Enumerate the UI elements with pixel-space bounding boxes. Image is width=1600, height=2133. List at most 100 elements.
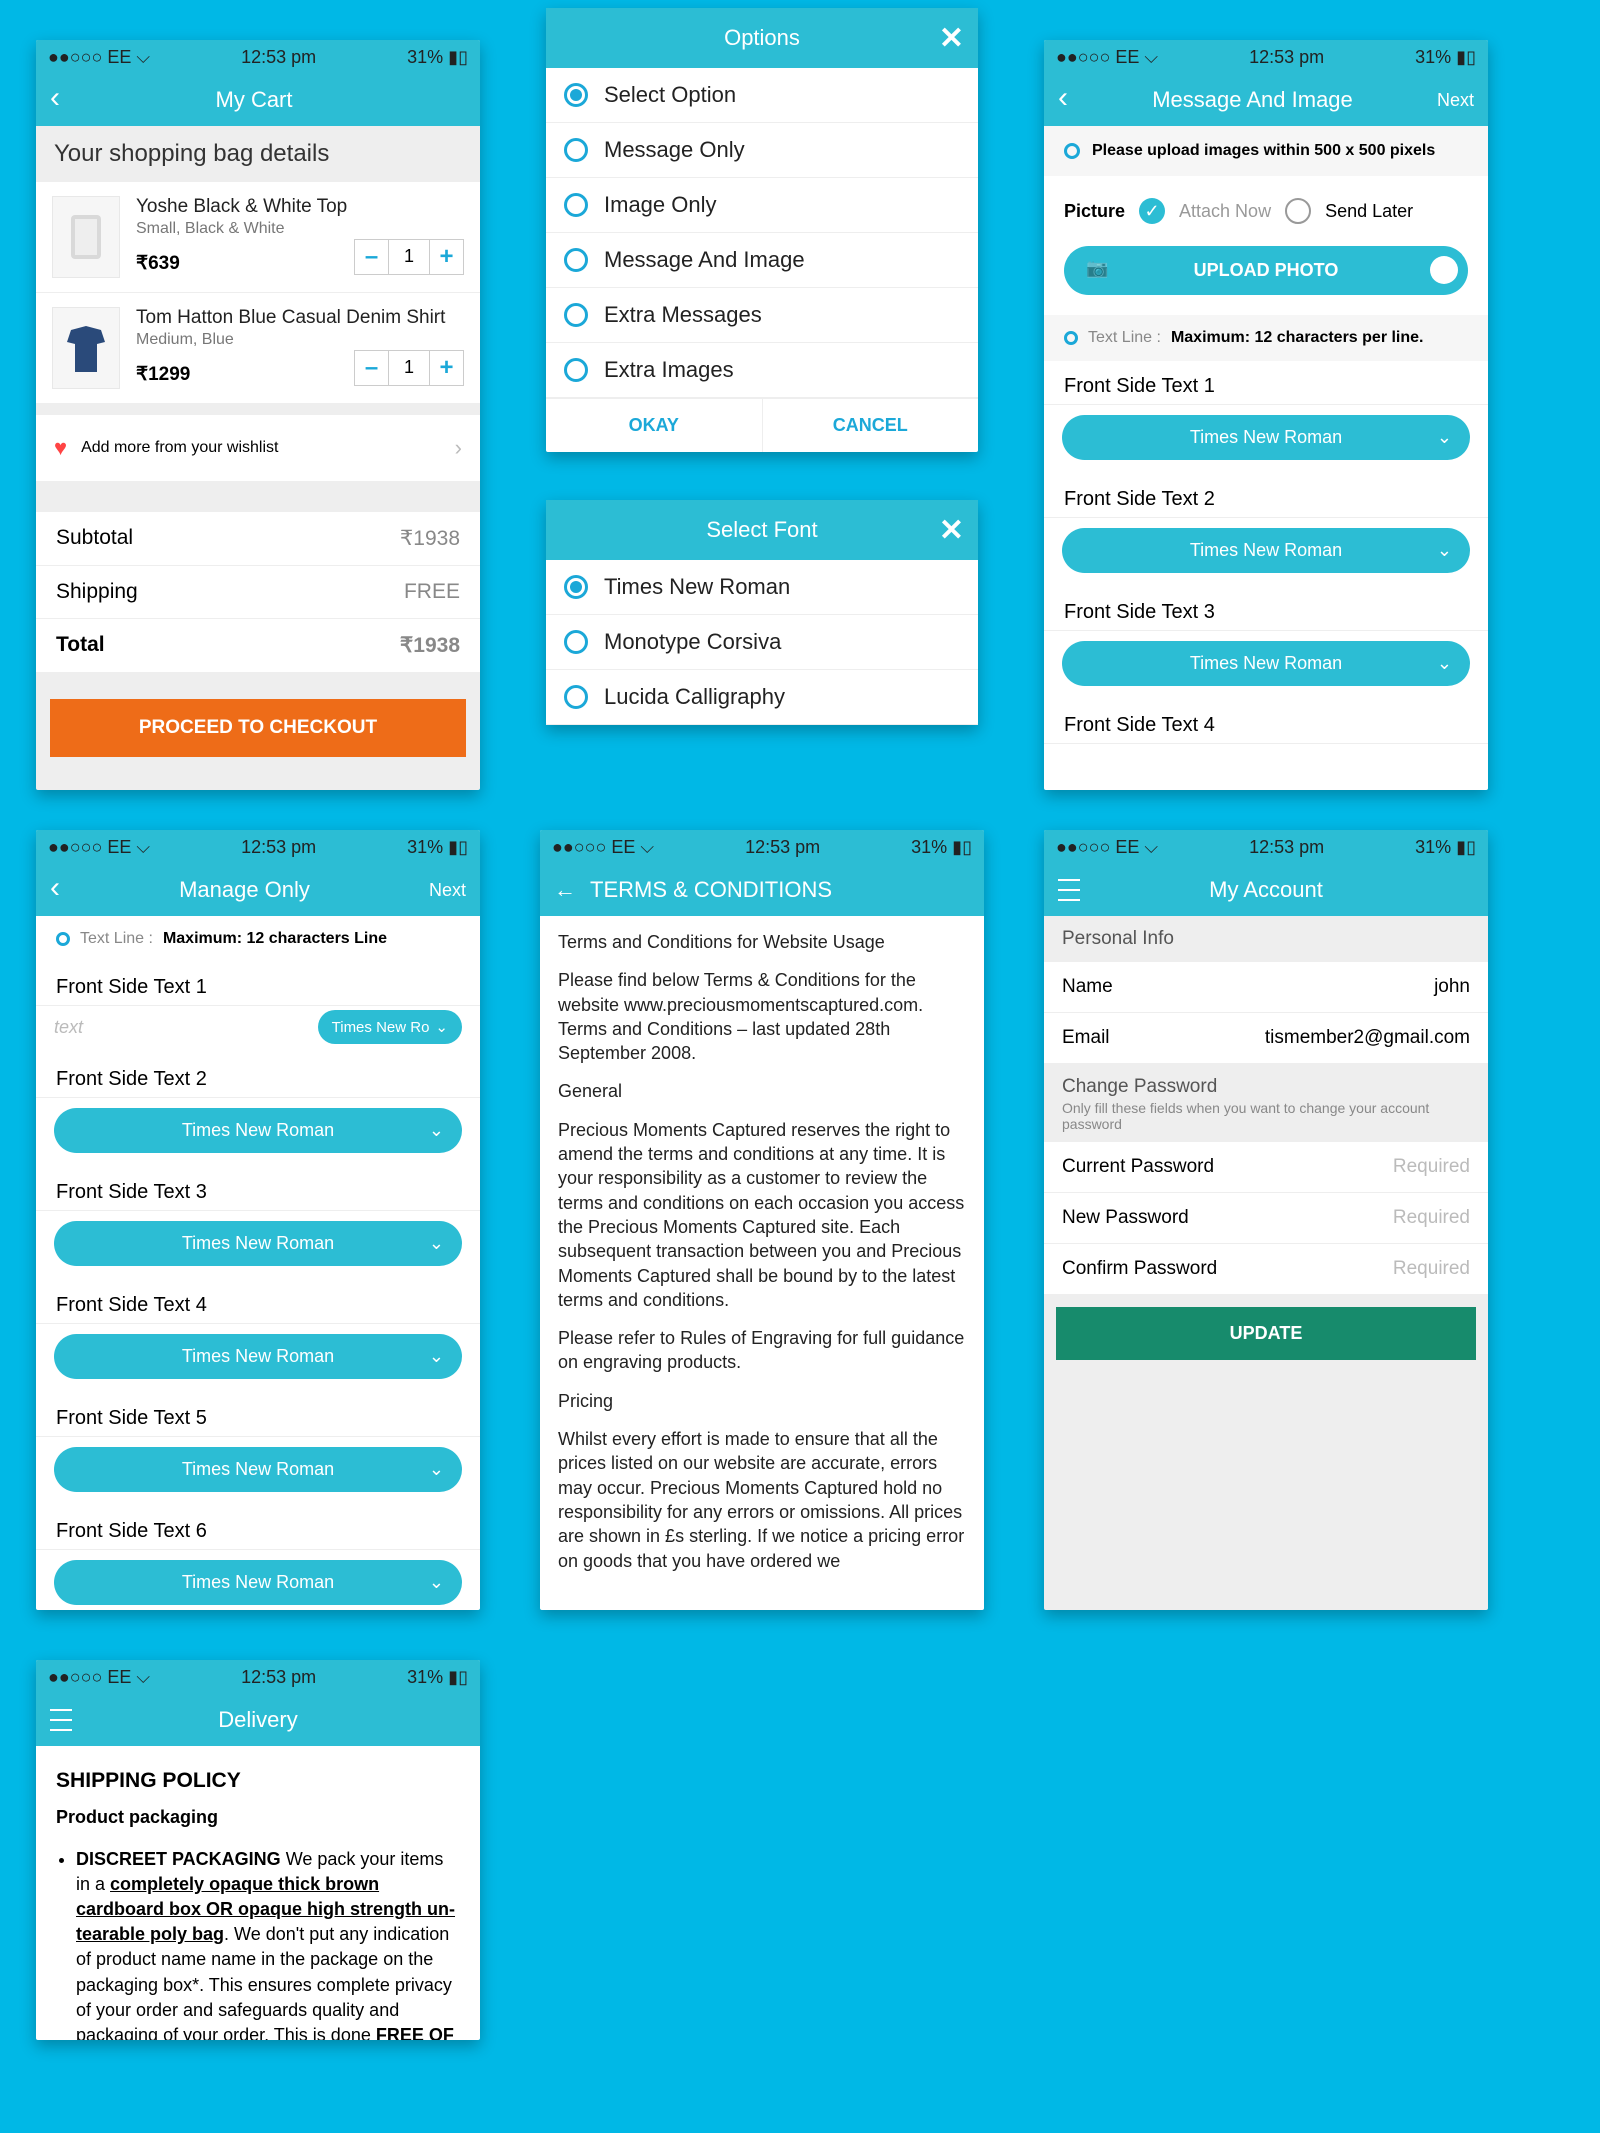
product-name: Yoshe Black & White Top	[136, 196, 464, 218]
back-icon[interactable]: ‹	[50, 871, 60, 905]
option-row[interactable]: Message And Image	[546, 233, 978, 288]
option-row[interactable]: Select Option	[546, 68, 978, 123]
text-input[interactable]: text	[54, 1017, 83, 1038]
radio-icon	[564, 303, 588, 327]
font-dropdown[interactable]: Times New Roman⌄	[1062, 641, 1470, 686]
upload-photo-button[interactable]: 📷 UPLOAD PHOTO	[1064, 246, 1468, 295]
current-password-field[interactable]: Current PasswordRequired	[1044, 1142, 1488, 1193]
font-label: Monotype Corsiva	[604, 629, 781, 655]
back-arrow-icon[interactable]: ←	[554, 877, 576, 903]
text-section-label: Front Side Text 4	[36, 1280, 480, 1324]
next-button[interactable]: Next	[429, 880, 466, 901]
text-section-label: Front Side Text 3	[1044, 587, 1488, 631]
back-icon[interactable]: ‹	[1058, 81, 1068, 115]
font-option[interactable]: Times New Roman	[546, 560, 978, 615]
option-label: Message And Image	[604, 247, 805, 273]
heart-icon: ♥	[54, 435, 67, 461]
checkout-button[interactable]: PROCEED TO CHECKOUT	[50, 699, 466, 757]
name-row[interactable]: Namejohn	[1044, 962, 1488, 1013]
status-bar: ●●○○○ EE ⌵12:53 pm31% ▮▯	[1044, 40, 1488, 74]
chevron-down-icon: ⌄	[429, 1459, 444, 1480]
font-dropdown[interactable]: Times New Roman⌄	[1062, 528, 1470, 573]
menu-icon[interactable]	[1058, 875, 1080, 905]
chevron-down-icon: ⌄	[435, 1018, 448, 1036]
font-dropdown[interactable]: Times New Roman⌄	[1062, 415, 1470, 460]
status-bar: ●●○○○ EE ⌵12:53 pm31% ▮▯	[1044, 830, 1488, 864]
camera-icon: 📷	[1086, 258, 1108, 279]
option-row[interactable]: Extra Messages	[546, 288, 978, 343]
attach-now-radio[interactable]: ✓	[1139, 198, 1165, 224]
font-dropdown[interactable]: Times New Roman⌄	[54, 1108, 462, 1153]
radio-icon	[564, 630, 588, 654]
chevron-down-icon: ⌄	[1437, 653, 1452, 674]
page-title: TERMS & CONDITIONS	[590, 877, 832, 903]
font-dropdown[interactable]: Times New Roman⌄	[54, 1560, 462, 1605]
product-price: ₹639	[136, 252, 180, 275]
page-title: My Cart	[60, 87, 448, 113]
font-label: Lucida Calligraphy	[604, 684, 785, 710]
chevron-down-icon: ⌄	[429, 1346, 444, 1367]
qty-plus-button[interactable]: +	[429, 351, 463, 385]
wishlist-link[interactable]: ♥ Add more from your wishlist ›	[36, 414, 480, 482]
picture-label: Picture	[1064, 201, 1125, 222]
upload-note: Please upload images within 500 x 500 pi…	[1044, 126, 1488, 176]
close-icon[interactable]: ✕	[939, 513, 964, 548]
change-password-header: Change Password	[1044, 1064, 1488, 1100]
chevron-down-icon: ⌄	[429, 1572, 444, 1593]
okay-button[interactable]: OKAY	[546, 398, 763, 452]
terms-header: ← TERMS & CONDITIONS	[540, 864, 984, 916]
font-option[interactable]: Monotype Corsiva	[546, 615, 978, 670]
option-row[interactable]: Extra Images	[546, 343, 978, 398]
chevron-down-icon: ⌄	[429, 1233, 444, 1254]
page-title: Message And Image	[1068, 87, 1437, 113]
confirm-password-field[interactable]: Confirm PasswordRequired	[1044, 1244, 1488, 1295]
email-row[interactable]: Emailtismember2@gmail.com	[1044, 1013, 1488, 1064]
attach-now-label: Attach Now	[1179, 201, 1271, 222]
menu-icon[interactable]	[50, 1705, 72, 1735]
qty-minus-button[interactable]: –	[355, 351, 389, 385]
terms-body: Terms and Conditions for Website Usage P…	[540, 916, 984, 1601]
qty-minus-button[interactable]: –	[355, 240, 389, 274]
font-header: Select Font ✕	[546, 500, 978, 560]
qty-plus-button[interactable]: +	[429, 240, 463, 274]
option-label: Message Only	[604, 137, 745, 163]
delivery-header: Delivery	[36, 1694, 480, 1746]
text-section-label: Front Side Text 1	[1044, 361, 1488, 405]
cancel-button[interactable]: CANCEL	[763, 398, 979, 452]
new-password-field[interactable]: New PasswordRequired	[1044, 1193, 1488, 1244]
qty-value: 1	[389, 357, 429, 378]
close-icon[interactable]: ✕	[939, 21, 964, 56]
status-bar: ●●○○○ EE ⌵12:53 pm31% ▮▯	[36, 1660, 480, 1694]
page-title: Manage Only	[60, 877, 429, 903]
options-header: Options ✕	[546, 8, 978, 68]
font-dropdown[interactable]: Times New Roman⌄	[54, 1221, 462, 1266]
back-icon[interactable]: ‹	[50, 81, 60, 115]
qty-stepper[interactable]: – 1 +	[354, 350, 464, 386]
upload-toggle[interactable]	[1430, 256, 1458, 284]
option-row[interactable]: Image Only	[546, 178, 978, 233]
status-bar: ●●○○○ EE ⌵ 12:53 pm 31% ▮▯	[36, 40, 480, 74]
font-option[interactable]: Lucida Calligraphy	[546, 670, 978, 725]
font-dropdown[interactable]: Times New Ro⌄	[318, 1010, 462, 1044]
shipping-row: ShippingFREE	[36, 566, 480, 619]
personal-info-header: Personal Info	[1044, 916, 1488, 962]
send-later-radio[interactable]	[1285, 198, 1311, 224]
qty-stepper[interactable]: – 1 +	[354, 239, 464, 275]
font-dropdown[interactable]: Times New Roman⌄	[54, 1447, 462, 1492]
modal-title: Options	[724, 25, 800, 51]
next-button[interactable]: Next	[1437, 90, 1474, 111]
circle-icon	[56, 932, 70, 946]
update-button[interactable]: UPDATE	[1056, 1307, 1476, 1360]
product-image	[52, 307, 120, 389]
font-dropdown[interactable]: Times New Roman⌄	[54, 1334, 462, 1379]
status-bar: ●●○○○ EE ⌵12:53 pm31% ▮▯	[36, 830, 480, 864]
msgimg-header: ‹ Message And Image Next	[1044, 74, 1488, 126]
option-row[interactable]: Message Only	[546, 123, 978, 178]
radio-icon	[564, 358, 588, 382]
circle-icon	[1064, 143, 1080, 159]
cart-header: ‹ My Cart	[36, 74, 480, 126]
qty-value: 1	[389, 246, 429, 267]
text-section-label: Front Side Text 5	[36, 1393, 480, 1437]
option-label: Image Only	[604, 192, 717, 218]
wishlist-label: Add more from your wishlist	[81, 439, 278, 457]
